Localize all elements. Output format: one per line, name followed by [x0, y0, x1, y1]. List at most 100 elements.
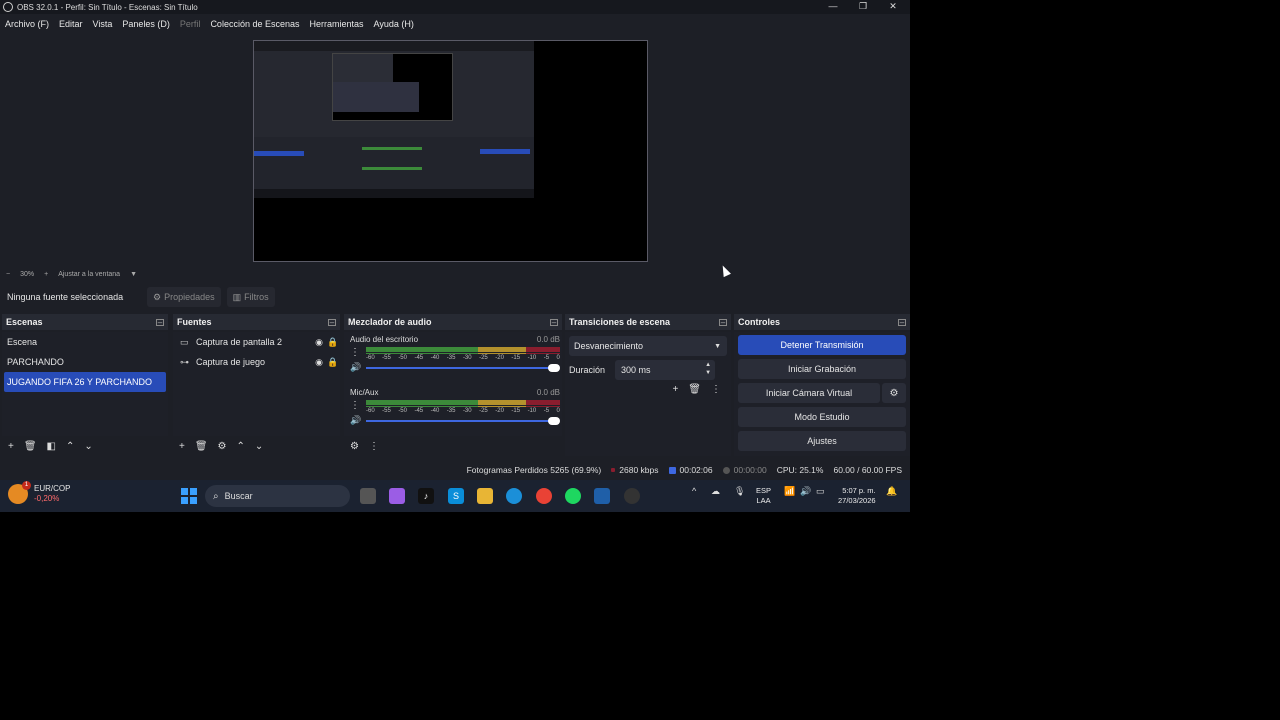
start-recording-button[interactable]: Iniciar Grabación: [738, 359, 906, 379]
lock-icon[interactable]: 🔒: [326, 337, 340, 348]
undock-icon[interactable]: –: [898, 318, 906, 326]
zoom-in-button[interactable]: +: [44, 271, 48, 278]
menu-vista[interactable]: Vista: [93, 19, 113, 29]
scene-item-selected[interactable]: JUGANDO FIFA 26 Y PARCHANDO: [4, 372, 166, 392]
edge-icon[interactable]: [506, 488, 522, 504]
gear-icon[interactable]: ⚙: [218, 441, 227, 452]
menu-paneles[interactable]: Paneles (D): [122, 19, 170, 29]
onedrive-icon[interactable]: ☁: [711, 486, 720, 497]
sources-list: ▭ Captura de pantalla 2 ◉ 🔒 ⊶ Captura de…: [173, 332, 340, 436]
menu-ayuda[interactable]: Ayuda (H): [374, 19, 414, 29]
battery-icon[interactable]: ▭: [816, 486, 825, 497]
volume-icon[interactable]: 🔊: [800, 486, 811, 497]
menu-archivo[interactable]: Archivo (F): [5, 19, 49, 29]
preview-canvas[interactable]: [253, 40, 648, 262]
undock-icon[interactable]: –: [328, 318, 336, 326]
zoom-out-button[interactable]: −: [6, 271, 10, 278]
start-virtual-camera-button[interactable]: Iniciar Cámara Virtual: [738, 383, 880, 403]
file-explorer-icon[interactable]: [477, 488, 493, 504]
wifi-icon[interactable]: 📶: [784, 486, 795, 497]
scene-item[interactable]: Escena: [2, 332, 168, 352]
chrome-icon[interactable]: [536, 488, 552, 504]
eye-icon[interactable]: ◉: [312, 337, 326, 348]
copilot-icon[interactable]: [389, 488, 405, 504]
menu-editar[interactable]: Editar: [59, 19, 83, 29]
move-up-icon[interactable]: ⌃: [237, 441, 245, 452]
controls-dock: Controles – Detener Transmisión Iniciar G…: [734, 314, 910, 456]
store-icon[interactable]: [594, 488, 610, 504]
gear-icon[interactable]: ⚙: [882, 383, 906, 403]
scene-item[interactable]: PARCHANDO: [2, 352, 168, 372]
lock-icon[interactable]: 🔒: [326, 357, 340, 368]
transition-select[interactable]: Desvanecimiento ▼: [569, 336, 727, 356]
transitions-title: Transiciones de escena: [569, 317, 671, 327]
taskbar-search[interactable]: ⌕ Buscar: [205, 485, 350, 507]
mixer-channel: Mic/Aux 0.0 dB ⋮ -60 -55 -50 -45 -40 -35 -30 -25…: [350, 388, 560, 425]
speaker-icon[interactable]: 🔊: [350, 415, 361, 426]
more-options-icon[interactable]: ⋮: [369, 441, 379, 452]
fit-window-select[interactable]: Ajustar a la ventana: [58, 271, 120, 278]
obs-taskbar-icon[interactable]: [624, 488, 640, 504]
windows-start-icon[interactable]: [181, 488, 197, 504]
move-down-icon[interactable]: ⌄: [84, 441, 92, 452]
speaker-icon[interactable]: 🔊: [350, 362, 361, 373]
filters-button[interactable]: ▥ Filtros: [226, 287, 275, 307]
notifications-icon[interactable]: 🔔: [886, 486, 897, 497]
minimize-button[interactable]: —: [818, 0, 848, 14]
more-options-icon[interactable]: ⋮: [350, 347, 360, 358]
currency-widget[interactable]: 1 EUR/COP -0,20%: [8, 481, 70, 504]
search-icon: ⌕: [213, 490, 219, 502]
clock[interactable]: 5:07 p. m. 27/03/2026: [838, 486, 876, 506]
source-item[interactable]: ⊶ Captura de juego ◉ 🔒: [173, 352, 340, 372]
slider-handle[interactable]: [548, 364, 560, 372]
task-view-icon[interactable]: [360, 488, 376, 504]
maximize-button[interactable]: ❐: [848, 0, 878, 14]
spotify-icon[interactable]: [565, 488, 581, 504]
chevron-down-icon[interactable]: ▼: [130, 271, 137, 278]
no-source-selected-label: Ninguna fuente seleccionada: [7, 292, 124, 302]
channel-name: Audio del escritorio: [350, 335, 419, 344]
more-options-icon[interactable]: ⋮: [711, 384, 721, 395]
volume-meter: -60 -55 -50 -45 -40 -35 -30 -25 -20 -15 -10 -5 0: [366, 400, 560, 414]
language-indicator[interactable]: ESP LAA: [756, 486, 771, 506]
menu-herramientas[interactable]: Herramientas: [310, 19, 364, 29]
channel-db: 0.0 dB: [536, 335, 560, 344]
menu-perfil[interactable]: Perfil: [180, 19, 201, 29]
add-source-icon[interactable]: +: [179, 441, 185, 452]
source-item[interactable]: ▭ Captura de pantalla 2 ◉ 🔒: [173, 332, 340, 352]
stop-streaming-button[interactable]: Detener Transmisión: [738, 335, 906, 355]
undock-icon[interactable]: –: [156, 318, 164, 326]
add-scene-icon[interactable]: +: [8, 441, 14, 452]
trash-icon[interactable]: 🗑: [195, 441, 208, 452]
studio-mode-button[interactable]: Modo Estudio: [738, 407, 906, 427]
close-button[interactable]: ✕: [878, 0, 908, 14]
transitions-body: Desvanecimiento ▼ Duración 300 ms ▲ ▼ + 🗑…: [565, 332, 731, 456]
move-down-icon[interactable]: ⌄: [255, 441, 263, 452]
menu-coleccion-escenas[interactable]: Colección de Escenas: [210, 19, 299, 29]
move-up-icon[interactable]: ⌃: [66, 441, 74, 452]
trash-icon[interactable]: 🗑: [24, 441, 37, 452]
taskbar: 1 EUR/COP -0,20% ⌕ Buscar ♪ S ^ ☁ 🎙 ESP LA…: [0, 480, 910, 512]
more-options-icon[interactable]: ⋮: [350, 400, 360, 411]
settings-button[interactable]: Ajustes: [738, 431, 906, 451]
obs-logo-icon: [3, 2, 13, 12]
tiktok-icon[interactable]: ♪: [418, 488, 434, 504]
scene-filters-icon[interactable]: ◧: [47, 441, 56, 452]
microphone-icon[interactable]: 🎙: [734, 486, 745, 497]
undock-icon[interactable]: –: [550, 318, 558, 326]
volume-slider[interactable]: 🔊: [350, 415, 560, 426]
volume-slider[interactable]: 🔊: [350, 362, 560, 373]
advanced-audio-icon[interactable]: ⚙: [350, 441, 359, 452]
undock-icon[interactable]: –: [719, 318, 727, 326]
controls-title: Controles: [738, 317, 781, 327]
skype-icon[interactable]: S: [448, 488, 464, 504]
show-hidden-icons[interactable]: ^: [692, 486, 696, 496]
add-transition-icon[interactable]: +: [672, 384, 678, 395]
duration-input[interactable]: 300 ms ▲ ▼: [615, 360, 716, 380]
captured-screen-thumbnail: [254, 41, 534, 198]
spinner-icon[interactable]: ▲ ▼: [705, 361, 711, 377]
slider-handle[interactable]: [548, 417, 560, 425]
properties-button[interactable]: ⚙ Propiedades: [147, 287, 221, 307]
trash-icon[interactable]: 🗑: [688, 384, 701, 395]
eye-icon[interactable]: ◉: [312, 357, 326, 368]
